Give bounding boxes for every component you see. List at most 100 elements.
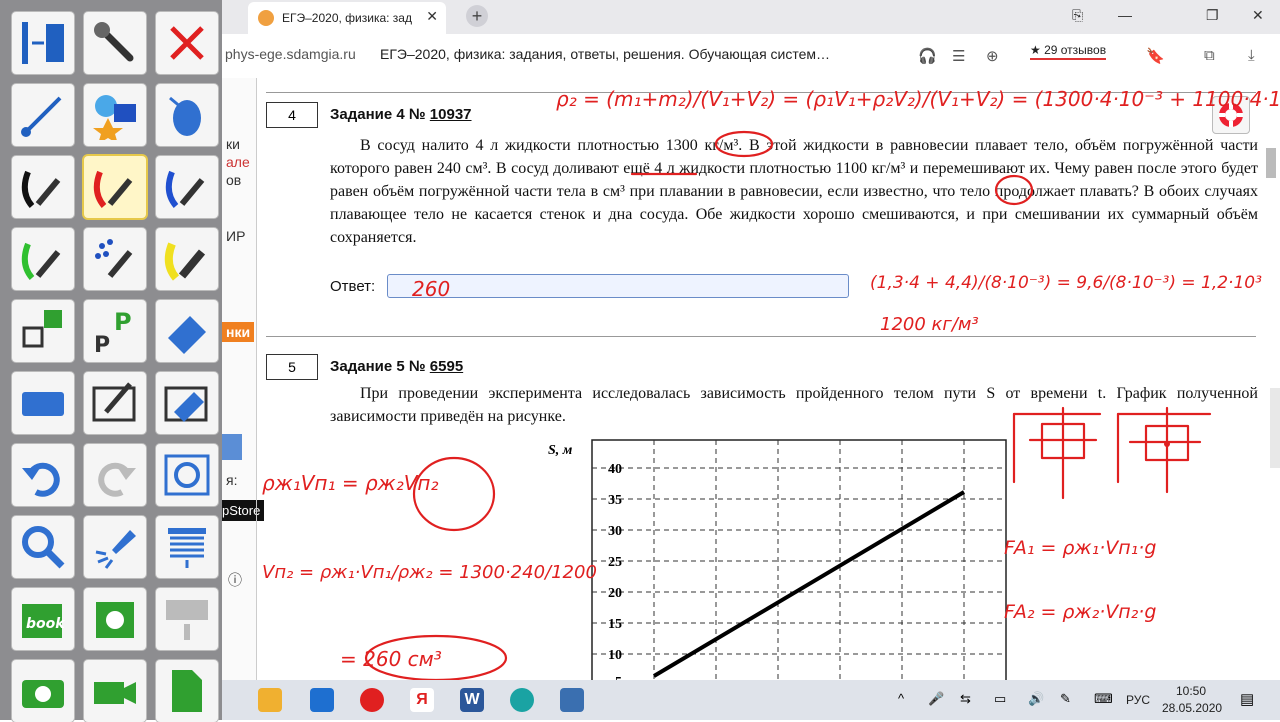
wrench-tool[interactable] xyxy=(84,12,146,74)
line-icon xyxy=(21,96,62,137)
pen-board-icon xyxy=(92,382,136,422)
spotlight-icon xyxy=(95,530,136,569)
formula-2b: 1200 кг/м³ xyxy=(880,314,979,335)
formula-4b: = 260 см³ xyxy=(340,647,442,671)
undo-tool[interactable] xyxy=(12,444,74,506)
document-icon xyxy=(172,670,202,712)
minimize-icon[interactable]: — xyxy=(1118,7,1132,23)
shapes-icon xyxy=(93,95,136,140)
zoom-tool[interactable] xyxy=(12,516,74,578)
parking-icon: PP xyxy=(94,308,132,356)
bookmark-icon[interactable]: 🔖 xyxy=(1146,47,1165,65)
extensions-icon[interactable]: ⧉ xyxy=(1204,47,1215,64)
black-marker-icon xyxy=(21,170,61,208)
volume-icon[interactable]: 🔊 xyxy=(1028,691,1044,707)
battery-icon[interactable]: ▭ xyxy=(994,691,1006,707)
headphones-icon[interactable]: 🎧 xyxy=(918,47,937,65)
book-icon: book xyxy=(22,604,66,638)
mail-icon[interactable] xyxy=(310,688,334,712)
yandex-browser-icon[interactable] xyxy=(360,688,384,712)
presentation-icon xyxy=(96,602,134,638)
force-sketch-1 xyxy=(1012,406,1102,500)
copy-tool[interactable] xyxy=(12,300,74,362)
tray-chevron-icon[interactable]: ^ xyxy=(898,691,904,706)
formula-6: FA₂ = ρж₂·Vп₂·g xyxy=(1004,601,1156,623)
close-tool[interactable] xyxy=(156,12,218,74)
keyboard-icon xyxy=(22,392,64,416)
active-tab[interactable]: ЕГЭ–2020, физика: зада ✕ xyxy=(248,2,446,34)
mic-icon[interactable]: 🎤 xyxy=(928,691,944,707)
yandex-icon[interactable]: Я xyxy=(410,688,434,712)
green-marker-tool[interactable] xyxy=(12,228,74,290)
pen-icon[interactable]: ✎ xyxy=(1060,691,1071,707)
reader-icon[interactable]: ☰ xyxy=(952,47,965,65)
line-tool[interactable] xyxy=(12,84,74,146)
new-tab-button[interactable]: + xyxy=(466,5,488,27)
stamp-marker-tool[interactable] xyxy=(84,228,146,290)
svg-text:P: P xyxy=(94,333,110,356)
draw-tool[interactable] xyxy=(84,372,146,434)
svg-text:book: book xyxy=(26,616,66,632)
download-icon[interactable]: ⤓ xyxy=(1248,47,1255,64)
camera-icon xyxy=(22,680,64,708)
answer-handwriting: 260 xyxy=(412,277,450,301)
camera-tool[interactable] xyxy=(12,660,74,722)
language-indicator[interactable]: РУС xyxy=(1126,693,1150,707)
blue-marker-tool[interactable] xyxy=(156,156,218,218)
word-icon[interactable]: W xyxy=(460,688,484,712)
circle-mark xyxy=(714,130,774,158)
red-marker-tool[interactable] xyxy=(84,156,146,218)
circle-mark xyxy=(994,174,1034,206)
stars-marker-icon xyxy=(95,239,133,278)
highlighter-icon xyxy=(164,242,206,281)
keyboard-tool[interactable] xyxy=(12,372,74,434)
clock-time[interactable]: 10:50 xyxy=(1176,684,1206,698)
clock-date[interactable]: 28.05.2020 xyxy=(1162,701,1222,715)
spotlight-tool[interactable] xyxy=(84,516,146,578)
formula-3: ρж₁Vп₁ = ρж₂Vп₂ xyxy=(262,471,438,495)
undo-icon xyxy=(22,462,60,497)
restore-icon[interactable]: ❐ xyxy=(1206,7,1219,24)
close-icon xyxy=(170,26,204,60)
refresh-tool[interactable] xyxy=(156,444,218,506)
favicon-icon xyxy=(258,10,274,26)
screen-shade-icon xyxy=(168,528,206,568)
close-window-icon[interactable]: ✕ xyxy=(1252,7,1264,24)
mouse-tool[interactable] xyxy=(156,84,218,146)
video-tool[interactable] xyxy=(84,660,146,722)
book-tool[interactable]: book xyxy=(12,588,74,650)
tab-close-icon[interactable]: ✕ xyxy=(426,8,438,25)
collections-icon[interactable]: ⎘ xyxy=(1072,7,1083,24)
parking-tool[interactable]: PP xyxy=(84,300,146,362)
eraser-icon xyxy=(168,316,206,354)
gallery-tool[interactable] xyxy=(156,588,218,650)
notifications-icon[interactable]: ▤ xyxy=(1240,690,1254,708)
refresh-icon xyxy=(164,454,210,496)
screen-app-icon[interactable] xyxy=(560,688,584,712)
black-marker-tool[interactable] xyxy=(12,156,74,218)
zoom-icon[interactable]: ⊕ xyxy=(986,47,999,65)
clear-board-icon xyxy=(164,386,208,422)
eraser-tool[interactable] xyxy=(156,300,218,362)
gallery-icon xyxy=(166,600,208,640)
video-camera-icon xyxy=(94,682,136,704)
redo-tool[interactable] xyxy=(84,444,146,506)
tool-palette: PP book xyxy=(0,0,222,722)
whiteboard-icon[interactable] xyxy=(510,688,534,712)
highlighter-tool[interactable] xyxy=(156,228,218,290)
grid-pen-tool[interactable] xyxy=(12,12,74,74)
documents-tool[interactable] xyxy=(156,660,218,722)
page-title: ЕГЭ–2020, физика: задания, ответы, решен… xyxy=(380,46,831,62)
reviews-badge[interactable]: ★ 29 отзывов xyxy=(1030,43,1107,60)
formula-5: FA₁ = ρж₁·Vп₁·g xyxy=(1004,537,1156,559)
screen-tool[interactable] xyxy=(156,516,218,578)
network-icon[interactable]: ⇆ xyxy=(960,691,971,707)
formula-1: ρ₂ = (m₁+m₂)/(V₁+V₂) = (ρ₁V₁+ρ₂V₂)/(V₁+V… xyxy=(556,87,1280,111)
url-field[interactable]: phys-ege.sdamgia.ru xyxy=(225,46,356,62)
wrench-icon xyxy=(94,22,134,62)
clear-tool[interactable] xyxy=(156,372,218,434)
store-icon[interactable] xyxy=(258,688,282,712)
shapes-tool[interactable] xyxy=(84,84,146,146)
keyboard-tray-icon[interactable]: ⌨ xyxy=(1094,691,1113,707)
presentation-tool[interactable] xyxy=(84,588,146,650)
